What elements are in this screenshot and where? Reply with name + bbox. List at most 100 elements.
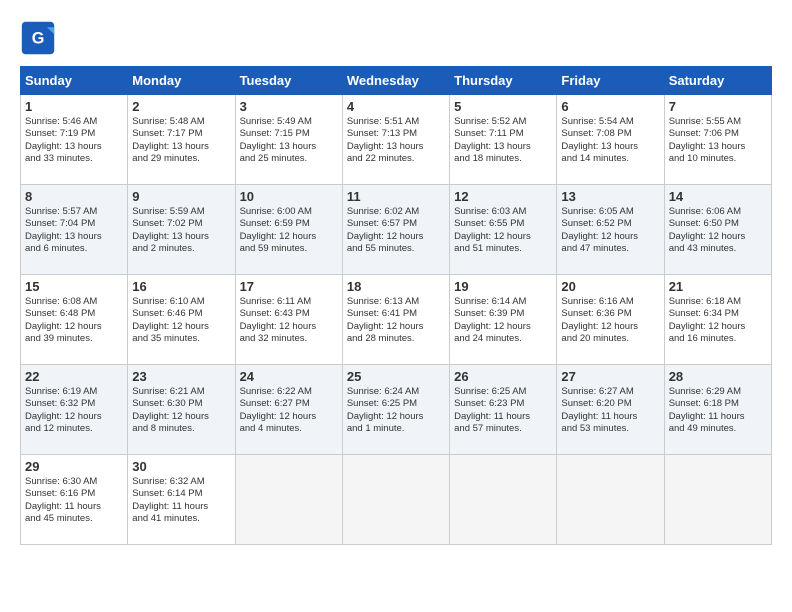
- week-row-3: 15Sunrise: 6:08 AM Sunset: 6:48 PM Dayli…: [21, 275, 772, 365]
- day-cell-3: 3Sunrise: 5:49 AM Sunset: 7:15 PM Daylig…: [235, 95, 342, 185]
- day-cell-11: 11Sunrise: 6:02 AM Sunset: 6:57 PM Dayli…: [342, 185, 449, 275]
- day-cell-7: 7 Sunrise: 5:55 AM Sunset: 7:06 PM Daylig…: [664, 95, 771, 185]
- col-header-sunday: Sunday: [21, 67, 128, 95]
- svg-text:G: G: [32, 29, 45, 47]
- week-row-5: 29 Sunrise: 6:30 AM Sunset: 6:16 PM Dayli…: [21, 455, 772, 545]
- day-info: Sunrise: 5:55 AM Sunset: 7:06 PM Dayligh…: [669, 116, 767, 165]
- week-row-2: 8 Sunrise: 5:57 AM Sunset: 7:04 PM Daylig…: [21, 185, 772, 275]
- day-cell-28: 28 Sunrise: 6:29 AM Sunset: 6:18 PM Dayli…: [664, 365, 771, 455]
- day-info: Sunrise: 6:06 AM Sunset: 6:50 PM Dayligh…: [669, 206, 767, 255]
- day-info: Sunrise: 6:30 AM Sunset: 6:16 PM Dayligh…: [25, 476, 123, 525]
- day-number: 29: [25, 459, 123, 474]
- day-cell-22: 22Sunrise: 6:19 AM Sunset: 6:32 PM Dayli…: [21, 365, 128, 455]
- day-number: 20: [561, 279, 659, 294]
- day-info: Sunrise: 6:18 AM Sunset: 6:34 PM Dayligh…: [669, 296, 767, 345]
- day-info: Sunrise: 6:13 AM Sunset: 6:41 PM Dayligh…: [347, 296, 445, 345]
- day-cell-4: 4 Sunrise: 5:51 AM Sunset: 7:13 PM Daylig…: [342, 95, 449, 185]
- day-cell-18: 18 Sunrise: 6:13 AM Sunset: 6:41 PM Dayli…: [342, 275, 449, 365]
- col-header-friday: Friday: [557, 67, 664, 95]
- day-number: 26: [454, 369, 552, 384]
- day-number: 16: [132, 279, 230, 294]
- day-number: 13: [561, 189, 659, 204]
- day-number: 24: [240, 369, 338, 384]
- day-cell-5: 5 Sunrise: 5:52 AM Sunset: 7:11 PM Daylig…: [450, 95, 557, 185]
- col-header-monday: Monday: [128, 67, 235, 95]
- day-number: 21: [669, 279, 767, 294]
- day-number: 22: [25, 369, 123, 384]
- day-number: 17: [240, 279, 338, 294]
- day-cell-23: 23 Sunrise: 6:21 AM Sunset: 6:30 PM Dayli…: [128, 365, 235, 455]
- day-info: Sunrise: 6:27 AM Sunset: 6:20 PM Dayligh…: [561, 386, 659, 435]
- day-info: Sunrise: 6:10 AM Sunset: 6:46 PM Dayligh…: [132, 296, 230, 345]
- week-row-4: 22Sunrise: 6:19 AM Sunset: 6:32 PM Dayli…: [21, 365, 772, 455]
- day-number: 8: [25, 189, 123, 204]
- day-info: Sunrise: 5:46 AM Sunset: 7:19 PM Dayligh…: [25, 116, 123, 165]
- day-info: Sunrise: 6:11 AM Sunset: 6:43 PM Dayligh…: [240, 296, 338, 345]
- day-cell-2: 2 Sunrise: 5:48 AM Sunset: 7:17 PM Daylig…: [128, 95, 235, 185]
- day-cell-17: 17 Sunrise: 6:11 AM Sunset: 6:43 PM Dayli…: [235, 275, 342, 365]
- day-cell-26: 26 Sunrise: 6:25 AM Sunset: 6:23 PM Dayli…: [450, 365, 557, 455]
- day-info: Sunrise: 6:05 AM Sunset: 6:52 PM Dayligh…: [561, 206, 659, 255]
- day-number: 28: [669, 369, 767, 384]
- day-cell-8: 8 Sunrise: 5:57 AM Sunset: 7:04 PM Daylig…: [21, 185, 128, 275]
- day-cell-25: 25 Sunrise: 6:24 AM Sunset: 6:25 PM Dayli…: [342, 365, 449, 455]
- day-number: 7: [669, 99, 767, 114]
- col-header-tuesday: Tuesday: [235, 67, 342, 95]
- day-number: 19: [454, 279, 552, 294]
- day-cell-15: 15Sunrise: 6:08 AM Sunset: 6:48 PM Dayli…: [21, 275, 128, 365]
- day-info: Sunrise: 6:29 AM Sunset: 6:18 PM Dayligh…: [669, 386, 767, 435]
- day-number: 1: [25, 99, 123, 114]
- day-number: 25: [347, 369, 445, 384]
- day-number: 12: [454, 189, 552, 204]
- logo: G: [20, 20, 60, 56]
- day-cell-14: 14Sunrise: 6:06 AM Sunset: 6:50 PM Dayli…: [664, 185, 771, 275]
- day-cell-21: 21 Sunrise: 6:18 AM Sunset: 6:34 PM Dayli…: [664, 275, 771, 365]
- col-header-wednesday: Wednesday: [342, 67, 449, 95]
- logo-icon: G: [20, 20, 56, 56]
- empty-cell: [450, 455, 557, 545]
- calendar-table: SundayMondayTuesdayWednesdayThursdayFrid…: [20, 66, 772, 545]
- day-info: Sunrise: 6:25 AM Sunset: 6:23 PM Dayligh…: [454, 386, 552, 435]
- day-cell-10: 10 Sunrise: 6:00 AM Sunset: 6:59 PM Dayli…: [235, 185, 342, 275]
- day-number: 9: [132, 189, 230, 204]
- day-info: Sunrise: 6:00 AM Sunset: 6:59 PM Dayligh…: [240, 206, 338, 255]
- day-cell-6: 6 Sunrise: 5:54 AM Sunset: 7:08 PM Daylig…: [557, 95, 664, 185]
- day-info: Sunrise: 6:14 AM Sunset: 6:39 PM Dayligh…: [454, 296, 552, 345]
- col-header-thursday: Thursday: [450, 67, 557, 95]
- day-number: 6: [561, 99, 659, 114]
- day-info: Sunrise: 6:21 AM Sunset: 6:30 PM Dayligh…: [132, 386, 230, 435]
- col-header-saturday: Saturday: [664, 67, 771, 95]
- page-header: G: [20, 20, 772, 56]
- day-info: Sunrise: 6:03 AM Sunset: 6:55 PM Dayligh…: [454, 206, 552, 255]
- day-info: Sunrise: 5:48 AM Sunset: 7:17 PM Dayligh…: [132, 116, 230, 165]
- day-info: Sunrise: 6:16 AM Sunset: 6:36 PM Dayligh…: [561, 296, 659, 345]
- week-row-1: 1 Sunrise: 5:46 AM Sunset: 7:19 PM Daylig…: [21, 95, 772, 185]
- day-info: Sunrise: 6:24 AM Sunset: 6:25 PM Dayligh…: [347, 386, 445, 435]
- day-cell-19: 19 Sunrise: 6:14 AM Sunset: 6:39 PM Dayli…: [450, 275, 557, 365]
- day-cell-27: 27 Sunrise: 6:27 AM Sunset: 6:20 PM Dayli…: [557, 365, 664, 455]
- day-number: 30: [132, 459, 230, 474]
- empty-cell: [342, 455, 449, 545]
- day-number: 27: [561, 369, 659, 384]
- day-cell-30: 30Sunrise: 6:32 AM Sunset: 6:14 PM Dayli…: [128, 455, 235, 545]
- day-cell-29: 29 Sunrise: 6:30 AM Sunset: 6:16 PM Dayli…: [21, 455, 128, 545]
- day-cell-24: 24Sunrise: 6:22 AM Sunset: 6:27 PM Dayli…: [235, 365, 342, 455]
- day-info: Sunrise: 5:57 AM Sunset: 7:04 PM Dayligh…: [25, 206, 123, 255]
- empty-cell: [664, 455, 771, 545]
- day-cell-12: 12 Sunrise: 6:03 AM Sunset: 6:55 PM Dayli…: [450, 185, 557, 275]
- day-info: Sunrise: 5:49 AM Sunset: 7:15 PM Dayligh…: [240, 116, 338, 165]
- day-number: 18: [347, 279, 445, 294]
- day-number: 2: [132, 99, 230, 114]
- day-number: 23: [132, 369, 230, 384]
- day-info: Sunrise: 5:54 AM Sunset: 7:08 PM Dayligh…: [561, 116, 659, 165]
- day-cell-1: 1 Sunrise: 5:46 AM Sunset: 7:19 PM Daylig…: [21, 95, 128, 185]
- day-info: Sunrise: 5:51 AM Sunset: 7:13 PM Dayligh…: [347, 116, 445, 165]
- day-cell-16: 16 Sunrise: 6:10 AM Sunset: 6:46 PM Dayli…: [128, 275, 235, 365]
- day-info: Sunrise: 5:52 AM Sunset: 7:11 PM Dayligh…: [454, 116, 552, 165]
- day-number: 5: [454, 99, 552, 114]
- day-cell-9: 9Sunrise: 5:59 AM Sunset: 7:02 PM Daylig…: [128, 185, 235, 275]
- day-number: 4: [347, 99, 445, 114]
- day-info: Sunrise: 6:08 AM Sunset: 6:48 PM Dayligh…: [25, 296, 123, 345]
- day-number: 10: [240, 189, 338, 204]
- day-cell-13: 13 Sunrise: 6:05 AM Sunset: 6:52 PM Dayli…: [557, 185, 664, 275]
